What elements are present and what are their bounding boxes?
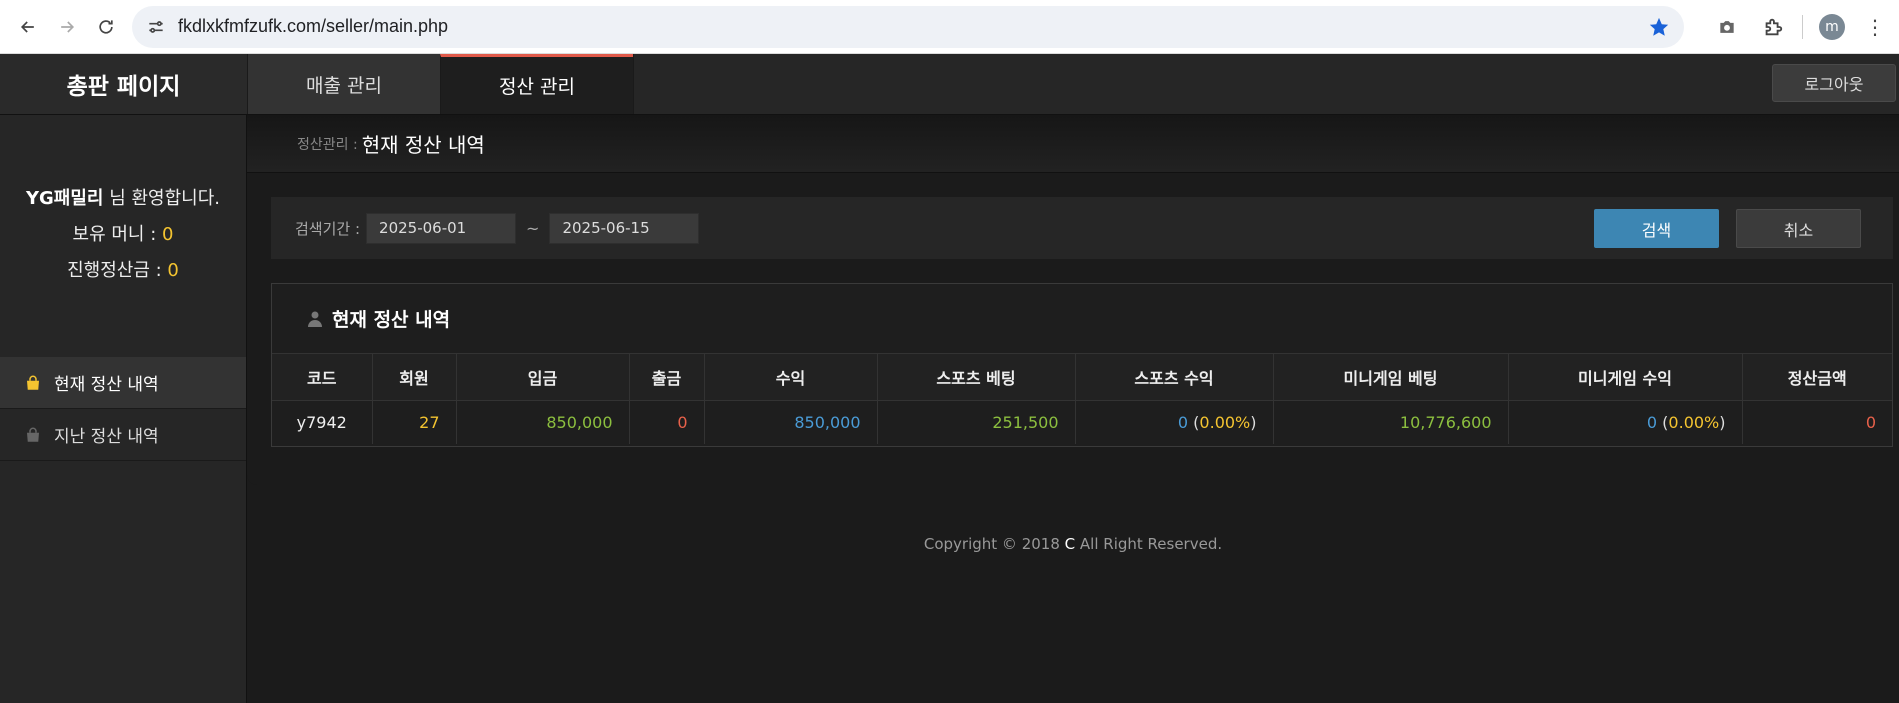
forward-icon[interactable] — [53, 12, 80, 42]
date-separator: ~ — [526, 218, 540, 238]
cell-settlement: 0 — [1865, 412, 1876, 432]
site-settings-icon[interactable] — [146, 17, 166, 37]
shopping-bag-icon — [27, 375, 39, 390]
shopping-bag-icon — [27, 427, 39, 442]
pending-line: 진행정산금 : 0 — [0, 253, 246, 289]
main-content: 정산관리 : 현재 정산 내역 검색기간 : 2025-06-01 ~ 2025… — [247, 115, 1899, 703]
col-settlement: 정산금액 — [1742, 354, 1892, 401]
brand-title: 총판 페이지 — [0, 54, 247, 114]
col-code: 코드 — [272, 354, 373, 401]
page-title: 현재 정산 내역 — [361, 133, 485, 157]
money-value: 0 — [162, 224, 174, 245]
person-icon — [308, 311, 322, 327]
table-header-row: 코드 회원 입금 출금 수익 스포츠 베팅 스포츠 수익 미니게임 베팅 미니게… — [272, 354, 1892, 401]
sidebar-item-past-settlement[interactable]: 지난 정산 내역 — [0, 409, 246, 461]
table-row: y7942 27 850,000 0 850,000 251,500 0 (0.… — [272, 400, 1892, 444]
welcome-line: YG패밀리 님 환영합니다. — [0, 181, 246, 217]
copyright-suffix: All Right Reserved. — [1075, 535, 1223, 553]
back-icon[interactable] — [14, 12, 41, 42]
nav-filler — [633, 54, 1899, 114]
table-title: 현재 정산 내역 — [272, 284, 1892, 354]
col-withdraw: 출금 — [629, 354, 705, 401]
bookmark-star-icon[interactable] — [1648, 16, 1670, 38]
search-bar: 검색기간 : 2025-06-01 ~ 2025-06-15 검색 취소 — [271, 197, 1893, 259]
camera-icon[interactable] — [1714, 14, 1740, 40]
cell-members: 27 — [372, 400, 457, 444]
app: 총판 페이지 매출 관리 정산 관리 로그아웃 YG패밀리 님 환영합니다. 보… — [0, 54, 1899, 703]
search-period-label: 검색기간 : — [295, 219, 361, 238]
address-bar[interactable]: fkdlxkfmfzufk.com/seller/main.php — [131, 5, 1684, 48]
cancel-button[interactable]: 취소 — [1736, 209, 1861, 248]
cell-sports-bet: 251,500 — [877, 400, 1076, 444]
settlement-table: 코드 회원 입금 출금 수익 스포츠 베팅 스포츠 수익 미니게임 베팅 미니게… — [272, 354, 1892, 444]
welcome-box: YG패밀리 님 환영합니다. 보유 머니 : 0 진행정산금 : 0 — [0, 115, 246, 289]
cell-mini-profit: 0 (0.00%) — [1508, 400, 1743, 444]
table-title-text: 현재 정산 내역 — [332, 309, 451, 331]
welcome-text: 님 환영합니다. — [103, 188, 221, 209]
pending-label: 진행정산금 : — [67, 260, 168, 281]
col-sports-profit: 스포츠 수익 — [1075, 354, 1274, 401]
start-date-input[interactable]: 2025-06-01 — [366, 212, 517, 244]
sports-profit-value: 0 — [1177, 412, 1189, 432]
end-date-input[interactable]: 2025-06-15 — [549, 212, 700, 244]
copyright-mark: C — [1064, 535, 1076, 553]
col-mini-bet: 미니게임 베팅 — [1273, 354, 1509, 401]
tab-settlement[interactable]: 정산 관리 — [440, 54, 633, 114]
profile-avatar[interactable]: m — [1818, 13, 1845, 40]
breadcrumb: 정산관리 : 현재 정산 내역 — [247, 115, 1899, 173]
logout-button[interactable]: 로그아웃 — [1772, 64, 1896, 102]
col-deposit: 입금 — [456, 354, 630, 401]
mini-profit-value: 0 — [1646, 412, 1658, 432]
settlement-table-box: 현재 정산 내역 코드 회원 입금 출금 수익 스포츠 베팅 스포츠 수익 미니… — [271, 283, 1893, 447]
menu-icon[interactable]: ⋮ — [1865, 15, 1885, 39]
pending-value: 0 — [167, 260, 179, 281]
tab-sales[interactable]: 매출 관리 — [247, 54, 440, 114]
sidebar-item-label: 현재 정산 내역 — [54, 375, 159, 395]
extensions-icon[interactable] — [1760, 14, 1786, 40]
top-nav: 총판 페이지 매출 관리 정산 관리 로그아웃 — [0, 54, 1899, 115]
sidebar-menu: 현재 정산 내역 지난 정산 내역 — [0, 357, 246, 461]
cell-profit: 850,000 — [704, 400, 878, 444]
reload-icon[interactable] — [93, 12, 120, 42]
sports-profit-pct: 0.00% — [1199, 412, 1251, 432]
sidebar-item-current-settlement[interactable]: 현재 정산 내역 — [0, 357, 246, 409]
copyright-prefix: Copyright © 2018 — [923, 535, 1065, 553]
breadcrumb-parent: 정산관리 : — [297, 136, 358, 153]
content-panel: 정산관리 : 현재 정산 내역 검색기간 : 2025-06-01 ~ 2025… — [247, 115, 1899, 485]
money-label: 보유 머니 : — [72, 224, 163, 245]
browser-toolbar: fkdlxkfmfzufk.com/seller/main.php m ⋮ — [0, 0, 1899, 54]
col-profit: 수익 — [704, 354, 878, 401]
url-text[interactable]: fkdlxkfmfzufk.com/seller/main.php — [178, 16, 1648, 37]
money-line: 보유 머니 : 0 — [0, 217, 246, 253]
cell-deposit: 850,000 — [456, 400, 630, 444]
sidebar: YG패밀리 님 환영합니다. 보유 머니 : 0 진행정산금 : 0 현재 정산… — [0, 115, 247, 703]
mini-profit-pct: 0.00% — [1668, 412, 1720, 432]
cell-withdraw: 0 — [629, 400, 705, 444]
cell-code: y7942 — [272, 400, 373, 444]
user-name: YG패밀리 — [25, 188, 104, 209]
col-mini-profit: 미니게임 수익 — [1508, 354, 1743, 401]
cell-mini-bet: 10,776,600 — [1273, 400, 1509, 444]
search-button[interactable]: 검색 — [1594, 209, 1719, 248]
sidebar-item-label: 지난 정산 내역 — [54, 427, 159, 447]
footer-copyright: Copyright © 2018 C All Right Reserved. — [247, 535, 1899, 553]
toolbar-divider — [1801, 14, 1803, 39]
cell-sports-profit: 0 (0.00%) — [1075, 400, 1274, 444]
col-sports-bet: 스포츠 베팅 — [877, 354, 1076, 401]
col-members: 회원 — [372, 354, 457, 401]
